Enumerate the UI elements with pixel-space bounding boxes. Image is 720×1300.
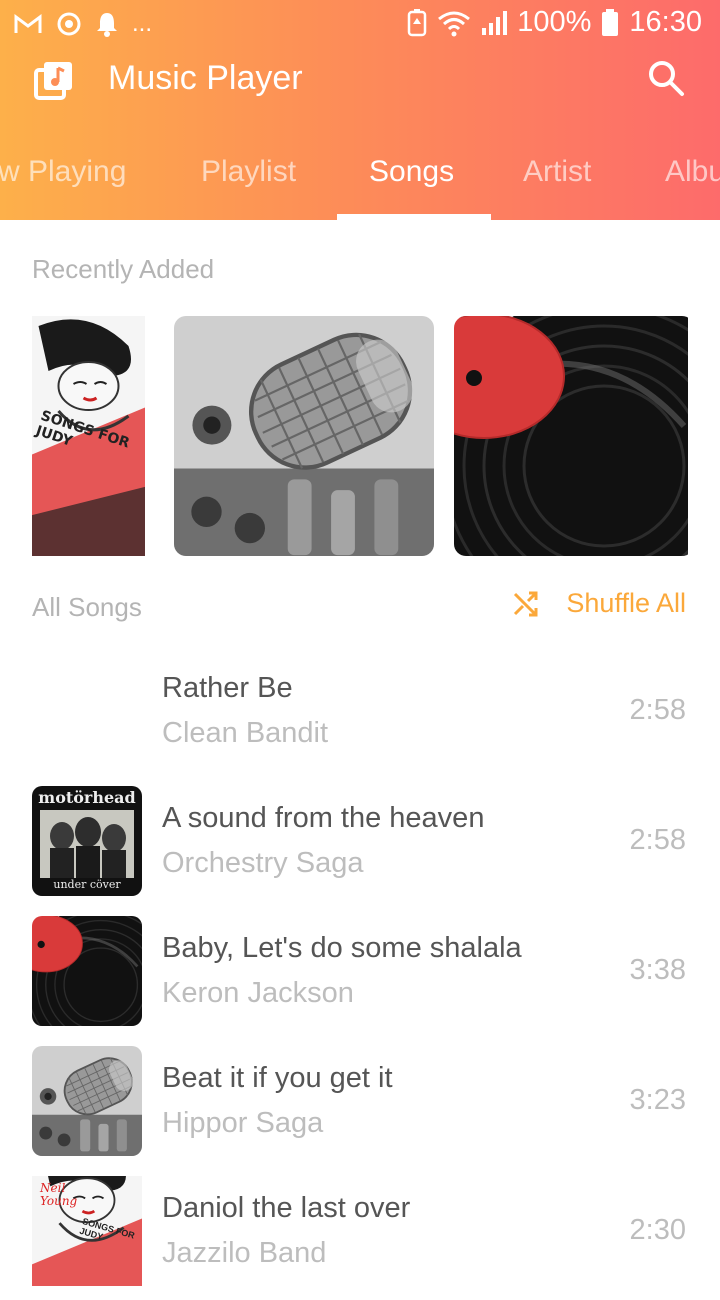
status-right: 100% 16:30	[407, 6, 702, 39]
status-time: 16:30	[629, 6, 702, 38]
album-art-title: motörhead	[38, 788, 136, 807]
shuffle-all-button[interactable]: Shuffle All	[512, 588, 686, 619]
song-row[interactable]: Baby, Let's do some shalala Keron Jackso…	[0, 910, 720, 1040]
album-art-judy: Neil Young SONGS FOR JUDY	[32, 1176, 142, 1286]
recently-added-carousel: SONGS FOR JUDY	[32, 316, 688, 556]
song-row[interactable]: motörhead under cöver A sound from the h…	[0, 780, 720, 910]
more-dots: ...	[132, 10, 153, 37]
active-tab-indicator	[337, 214, 491, 220]
music-library-icon	[34, 62, 72, 100]
song-artist: Clean Bandit	[162, 717, 329, 749]
song-row[interactable]: Beat it if you get it Hippor Saga 3:23	[0, 1040, 720, 1170]
song-artist: Orchestry Saga	[162, 847, 364, 879]
song-duration: 2:58	[629, 824, 686, 856]
gmail-icon	[14, 14, 42, 33]
signal-icon	[482, 10, 508, 35]
tab-now-playing[interactable]: w Playing	[0, 152, 126, 192]
album-art-subtitle: under cöver	[53, 878, 121, 891]
song-artist: Keron Jackson	[162, 977, 354, 1009]
tab-songs[interactable]: Songs	[369, 152, 454, 192]
song-title: Baby, Let's do some shalala	[162, 932, 522, 964]
album-art-vinyl	[32, 916, 142, 1026]
shuffle-icon	[514, 591, 538, 616]
wifi-icon	[438, 11, 471, 36]
song-duration: 3:23	[629, 1084, 686, 1116]
album-art-artist: Neil Young	[40, 1181, 78, 1208]
app-header: ... 100% 16:30 Music Player w Playing Pl…	[0, 0, 720, 220]
album-art-motorhead: motörhead under cöver	[32, 786, 142, 896]
song-row[interactable]: Rather Be Clean Bandit 2:58	[0, 650, 720, 780]
song-title: Rather Be	[162, 672, 293, 704]
sync-icon	[57, 12, 81, 36]
all-songs-label: All Songs	[32, 592, 142, 622]
tab-album[interactable]: Albu	[665, 152, 720, 192]
song-title: Beat it if you get it	[162, 1062, 393, 1094]
recently-added-label: Recently Added	[32, 254, 215, 284]
song-artist: Jazzilo Band	[162, 1237, 327, 1269]
app-title: Music Player	[108, 59, 303, 97]
song-duration: 3:38	[629, 954, 686, 986]
status-left-icons: ...	[14, 10, 152, 38]
tab-playlist[interactable]: Playlist	[201, 152, 296, 192]
tab-artist[interactable]: Artist	[523, 152, 591, 192]
song-artist: Hippor Saga	[162, 1107, 324, 1139]
song-duration: 2:58	[629, 694, 686, 726]
microphone-cover[interactable]	[174, 316, 434, 556]
vinyl-record-cover[interactable]	[454, 316, 688, 556]
app-bar: Music Player	[0, 48, 720, 112]
song-duration: 2:30	[629, 1214, 686, 1246]
status-bar: ... 100% 16:30	[0, 0, 720, 48]
song-title: A sound from the heaven	[162, 802, 485, 834]
tab-bar: w Playing Playlist Songs Artist Albu	[0, 140, 720, 220]
songs-for-judy-cover[interactable]: SONGS FOR JUDY	[32, 316, 145, 556]
battery-saver-icon	[408, 8, 427, 36]
song-title: Daniol the last over	[162, 1192, 411, 1224]
album-art-microphone	[32, 1046, 142, 1156]
battery-icon	[602, 8, 619, 36]
search-icon[interactable]	[646, 58, 686, 98]
battery-percent: 100%	[517, 6, 592, 38]
song-row[interactable]: Neil Young SONGS FOR JUDY Daniol the las…	[0, 1170, 720, 1300]
shuffle-all-label: Shuffle All	[566, 588, 686, 618]
notification-bell-icon	[97, 13, 117, 37]
